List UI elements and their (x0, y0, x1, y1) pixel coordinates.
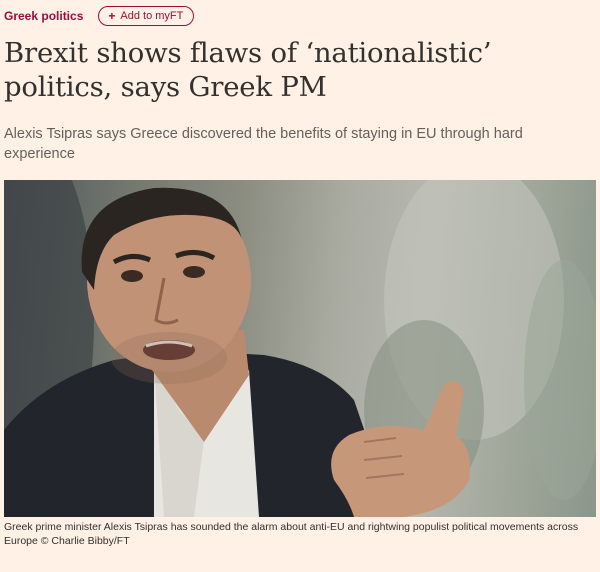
plus-icon: + (108, 9, 116, 23)
photo-illustration (4, 180, 596, 517)
photo-caption: Greek prime minister Alexis Tsipras has … (4, 521, 579, 547)
article-photo (4, 180, 596, 517)
topic-link-greek-politics[interactable]: Greek politics (4, 9, 83, 23)
article-headline: Brexit shows flaws of ‘nationalistic’ po… (4, 37, 492, 103)
add-to-myft-label: Add to myFT (120, 10, 184, 22)
article-standfirst: Alexis Tsipras says Greece discovered th… (4, 126, 523, 162)
add-to-myft-button[interactable]: + Add to myFT (98, 6, 195, 26)
topic-row: Greek politics + Add to myFT (4, 5, 195, 27)
